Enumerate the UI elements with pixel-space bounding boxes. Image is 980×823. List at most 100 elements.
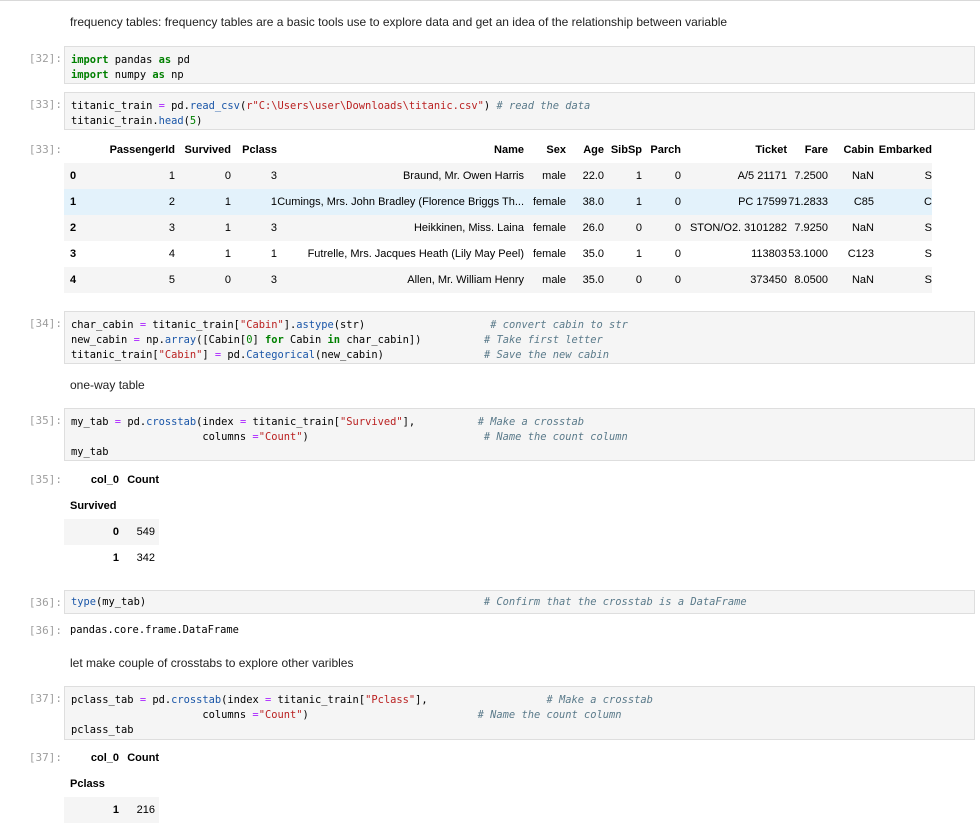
table-cell: S [924,222,932,234]
table-cell: NaN [851,222,874,234]
top-divider [0,0,980,1]
table-cell: STON/O2. 3101282 [689,222,787,234]
code-editor-33[interactable]: titanic_train = pd.read_csv(r"C:\Users\u… [65,93,974,129]
table-row: 1 216 [64,797,159,823]
table-cell: 35.0 [582,248,604,260]
code-editor-35[interactable]: my_tab = pd.crosstab(index = titanic_tra… [65,409,974,460]
table-cell: 5 [168,274,175,286]
table-cell: 3 [168,222,175,234]
row-index: 3 [70,248,77,260]
survived-col-label: col_0 [90,474,119,486]
head-col-header: Pclass [242,144,277,156]
code-editor-37[interactable]: pclass_tab = pd.crosstab(index = titanic… [65,687,974,738]
table-cell: 1 [224,248,231,260]
markdown-more-crosstabs: let make couple of crosstabs to explore … [70,656,354,670]
head-col-header [64,137,84,163]
head-col-header: Fare [804,144,828,156]
table-cell: 0 [224,170,231,182]
table-cell: Heikkinen, Miss. Laina [413,222,524,234]
head-col-header: Name [494,144,524,156]
table-cell: A/5 21171 [737,170,787,182]
table-cell: 0 [674,222,681,234]
input-prompt-36: [36]: [28,596,62,609]
input-prompt-32: [32]: [28,52,62,65]
table-row: 4 5 0 3 Allen, Mr. William Henry male 35.0 0 0 37… [64,267,932,293]
table-cell: male [542,274,566,286]
row-index: 0 [70,170,77,182]
output-prompt-36: [36]: [28,624,62,637]
survived-count-header: Count [127,474,159,486]
table-cell: 3 [270,274,277,286]
row-index: 0 [112,526,119,538]
head-table-header-row: PassengerId Survived Pclass Name Sex Age SibSp… [64,137,932,163]
table-cell: 0 [674,196,681,208]
code-editor-34[interactable]: char_cabin = titanic_train["Cabin"].asty… [65,312,974,363]
row-index: 1 [112,804,119,816]
table-cell: 35.0 [582,274,604,286]
input-prompt-35: [35]: [28,414,62,427]
pclass-count-header: Count [127,752,159,764]
table-cell: 1 [635,196,642,208]
table-cell: C85 [853,196,874,208]
table-cell: Braund, Mr. Owen Harris [402,170,524,182]
table-row: 2 3 1 3 Heikkinen, Miss. Laina female 26.0 0 0 ST… [64,215,932,241]
table-cell: 4 [168,248,175,260]
table-cell: female [532,248,566,260]
table-cell: female [532,222,566,234]
head-col-header: SibSp [610,144,642,156]
code-editor-32[interactable]: import pandas as pd import numpy as np [65,47,974,83]
head-col-header: Age [583,144,604,156]
table-cell: 3 [270,222,277,234]
row-index: 1 [70,196,77,208]
head-col-header: Ticket [755,144,787,156]
code-cell-35[interactable]: my_tab = pd.crosstab(index = titanic_tra… [64,408,975,461]
table-cell: 38.0 [582,196,604,208]
table-cell: 1 [635,170,642,182]
table-cell: 7.9250 [794,222,828,234]
table-cell: C123 [847,248,874,260]
survived-table: col_0 Count Survived 0 549 1 342 [64,467,159,571]
markdown-one-way: one-way table [70,378,145,392]
table-cell: S [924,274,932,286]
table-cell: male [542,170,566,182]
input-prompt-37: [37]: [28,692,62,705]
row-index: 4 [70,274,77,286]
pclass-table: col_0 Count Pclass 1 216 [64,745,159,823]
table-cell: NaN [851,274,874,286]
table-cell: female [532,196,566,208]
pclass-crosstab-output: col_0 Count Pclass 1 216 [64,745,159,823]
code-cell-36[interactable]: type(my_tab) # Confirm that the crosstab… [64,590,975,614]
code-editor-36[interactable]: type(my_tab) # Confirm that the crosstab… [65,591,974,610]
count-cell: 549 [136,526,155,538]
table-cell: NaN [851,170,874,182]
table-cell: 0 [635,274,642,286]
head-col-header: Sex [546,144,566,156]
pclass-index-label: Pclass [70,778,105,790]
table-cell: Futrelle, Mrs. Jacques Heath (Lily May P… [307,248,524,260]
table-row: 1 342 [64,545,159,571]
count-cell: 342 [136,552,155,564]
table-cell: 26.0 [582,222,604,234]
type-output: pandas.core.frame.DataFrame [70,624,239,636]
head-col-header: Cabin [843,144,874,156]
table-row: 3 4 1 1 Futrelle, Mrs. Jacques Heath (Lily M… [64,241,932,267]
table-cell: 0 [674,170,681,182]
input-prompt-34: [34]: [28,317,62,330]
code-cell-32[interactable]: import pandas as pd import numpy as np [64,46,975,84]
table-cell: 3 [270,170,277,182]
table-row: 1 2 1 1 Cumings, Mrs. John Bradley (Florence… [64,189,932,215]
table-cell: 0 [674,248,681,260]
count-cell: 216 [136,804,155,816]
table-row: 0 1 0 3 Braund, Mr. Owen Harris male 22.0 1 0 A/5… [64,163,932,189]
table-cell: 1 [168,170,175,182]
code-cell-33[interactable]: titanic_train = pd.read_csv(r"C:\Users\u… [64,92,975,130]
survived-index-label: Survived [70,500,117,512]
table-cell: 1 [635,248,642,260]
table-cell: PC 17599 [738,196,787,208]
code-cell-34[interactable]: char_cabin = titanic_train["Cabin"].asty… [64,311,975,364]
code-cell-37[interactable]: pclass_tab = pd.crosstab(index = titanic… [64,686,975,740]
table-cell: 0 [635,222,642,234]
row-index: 2 [70,222,77,234]
table-cell: 113803 [751,248,787,260]
table-cell: 7.2500 [794,170,828,182]
